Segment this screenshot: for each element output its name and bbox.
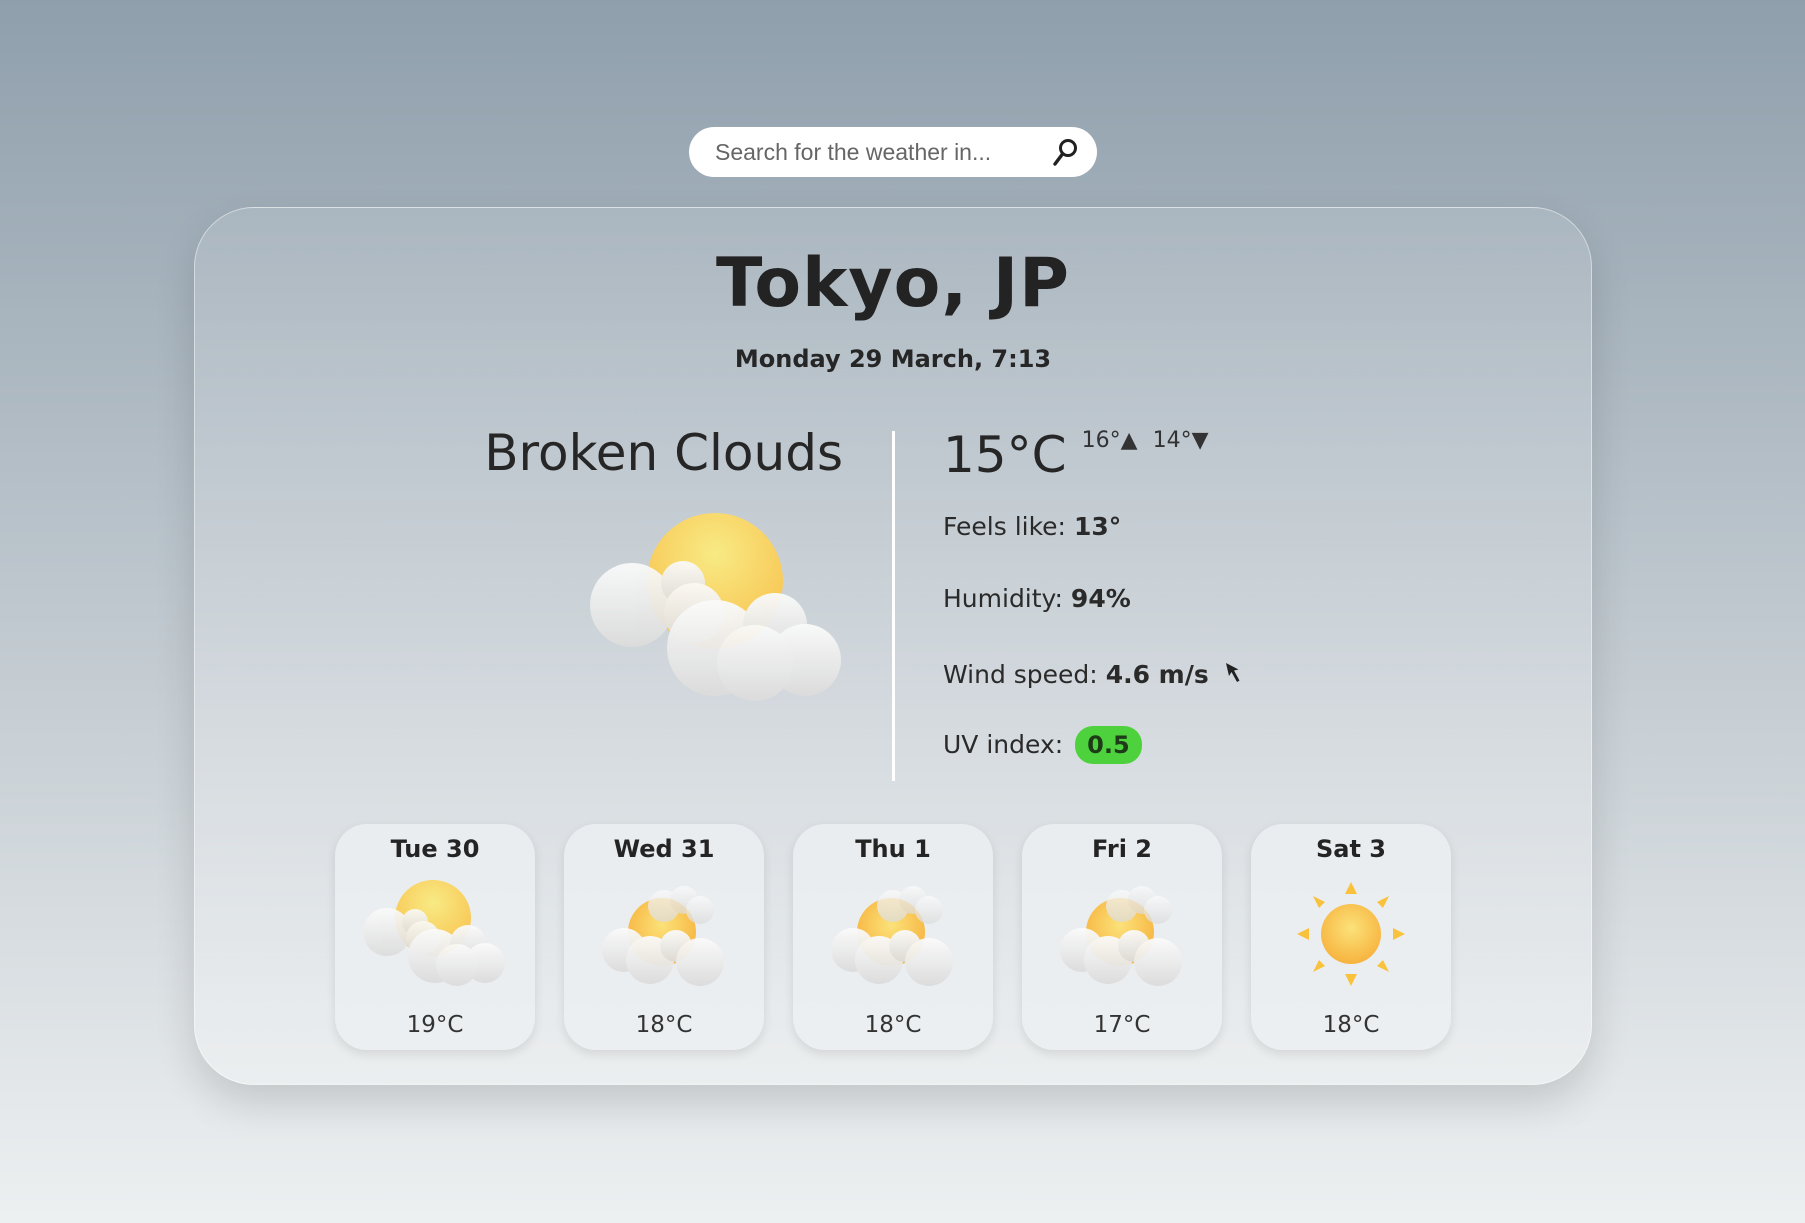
sun-icon [1279,880,1423,988]
search-input[interactable] [713,137,1049,167]
temperature-row: 15°C 16°▲ 14°▼ [943,426,1209,484]
forecast-temp: 18°C [864,1012,922,1038]
search-bar [689,127,1097,177]
forecast-temp: 18°C [635,1012,693,1038]
humidity: Humidity: 94% [943,584,1131,613]
date-time: Monday 29 March, 7:13 [734,345,1052,373]
uv-badge: 0.5 [1075,726,1142,764]
forecast-day-name: Sat 3 [1315,835,1386,863]
arrow-up-icon: ▲ [1120,428,1138,453]
condition-label: Broken Clouds [484,424,843,482]
humidity-value: 94% [1070,584,1131,613]
forecast-day[interactable]: Wed 31 18°C [564,824,764,1050]
forecast-day[interactable]: Sat 3 18°C [1251,824,1451,1050]
forecast-day[interactable]: Fri 2 17°C [1022,824,1222,1050]
forecast-day[interactable]: Tue 30 19°C [335,824,535,1050]
forecast-temp: 18°C [1322,1012,1380,1038]
feels-like: Feels like: 13° [943,512,1122,541]
wind-speed: Wind speed: 4.6 m/s [943,660,1243,691]
divider [892,431,895,781]
forecast-day-name: Wed 31 [613,835,715,863]
partly-cloudy-icon [1050,880,1194,988]
broken-clouds-icon [590,513,845,703]
arrow-down-icon: ▼ [1191,428,1209,453]
feels-like-value: 13° [1073,512,1122,541]
forecast-day-name: Thu 1 [855,835,931,863]
uv-index: UV index: 0.5 [943,726,1142,764]
forecast-day[interactable]: Thu 1 18°C [793,824,993,1050]
search-icon[interactable] [1049,136,1081,168]
low-temperature: 14°▼ [1152,428,1209,453]
broken-clouds-icon [363,880,507,988]
current-temperature: 15°C [943,426,1067,484]
high-temperature: 16°▲ [1081,428,1138,453]
forecast-day-name: Tue 30 [390,835,480,863]
partly-cloudy-icon [821,880,965,988]
city-title: Tokyo, JP [716,244,1070,323]
forecast-temp: 19°C [406,1012,464,1038]
partly-cloudy-icon [592,880,736,988]
weather-card: Tokyo, JP Monday 29 March, 7:13 Broken C… [194,207,1592,1085]
wind-speed-value: 4.6 m/s [1105,660,1209,689]
wind-direction-icon [1223,661,1243,691]
forecast-row: Tue 30 19°C Wed 31 18°C Thu 1 18°C Fri 2… [335,824,1451,1050]
forecast-day-name: Fri 2 [1092,835,1152,863]
forecast-temp: 17°C [1093,1012,1151,1038]
